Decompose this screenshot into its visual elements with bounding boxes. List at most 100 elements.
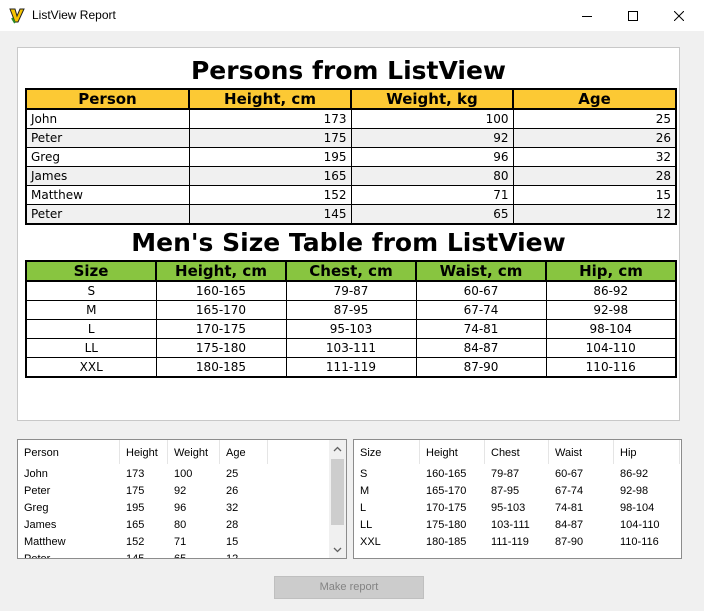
persons-list-cell: Peter xyxy=(24,485,51,497)
scrollbar-thumb[interactable] xyxy=(331,459,344,525)
sizes-report-cell: 160-165 xyxy=(155,280,287,301)
sizes-report-header-cell: Hip, cm xyxy=(545,260,677,282)
persons-report-row: Peter 145 65 12 xyxy=(25,204,677,225)
sizes-listview[interactable]: Size Height Chest Waist Hip S 160-165 79-87 60-… xyxy=(353,439,682,559)
persons-column-header[interactable]: Weight xyxy=(168,440,220,464)
persons-list-cell: 25 xyxy=(226,468,239,480)
persons-list-cell: 96 xyxy=(174,502,187,514)
sizes-report-cell: 165-170 xyxy=(155,300,287,320)
window-title: ListView Report xyxy=(32,8,116,22)
persons-list-cell: John xyxy=(24,468,48,480)
sizes-list-cell: 86-92 xyxy=(620,468,649,480)
persons-report-cell: 28 xyxy=(512,166,677,186)
sizes-list-item[interactable]: S 160-165 79-87 60-67 86-92 xyxy=(354,466,680,483)
sizes-report-cell: 79-87 xyxy=(285,280,417,301)
persons-report-cell: 92 xyxy=(350,128,514,148)
persons-report-cell: 96 xyxy=(350,147,514,167)
sizes-report-row: L 170-175 95-103 74-81 98-104 xyxy=(25,319,677,339)
sizes-report-table: Size Height, cm Chest, cm Waist, cm Hip, cm … xyxy=(25,260,677,378)
sizes-list-cell: 165-170 xyxy=(426,485,467,497)
persons-report-header-cell: Height, cm xyxy=(188,88,352,110)
sizes-list-item[interactable]: M 165-170 87-95 67-74 92-98 xyxy=(354,483,680,500)
persons-report-cell: 65 xyxy=(350,204,514,225)
persons-report-cell: 195 xyxy=(188,147,352,167)
make-report-button[interactable]: Make report xyxy=(274,576,424,599)
sizes-report-row: M 165-170 87-95 67-74 92-98 xyxy=(25,300,677,320)
sizes-report-row: XXL 180-185 111-119 87-90 110-116 xyxy=(25,357,677,378)
sizes-column-header[interactable]: Size xyxy=(354,440,420,464)
persons-report-cell: Greg xyxy=(25,147,190,167)
persons-report-table: Person Height, cm Weight, kg Age John 173 100… xyxy=(25,88,677,225)
persons-listview-scrollbar[interactable] xyxy=(329,440,346,558)
sizes-list-cell: 87-95 xyxy=(491,485,520,497)
persons-list-cell: 195 xyxy=(126,502,145,514)
persons-column-header[interactable]: Height xyxy=(120,440,168,464)
sizes-report-header-cell: Height, cm xyxy=(155,260,287,282)
close-icon xyxy=(674,10,684,21)
persons-report-cell: 26 xyxy=(512,128,677,148)
persons-report-cell: 25 xyxy=(512,108,677,129)
persons-list-item[interactable]: Greg 195 96 32 xyxy=(18,500,268,517)
persons-column-header[interactable]: Age xyxy=(220,440,268,464)
persons-report-cell: 71 xyxy=(350,185,514,205)
sizes-list-cell: 160-165 xyxy=(426,468,467,480)
sizes-report-cell: 95-103 xyxy=(285,319,417,339)
sizes-list-item[interactable]: LL 175-180 103-111 84-87 104-110 xyxy=(354,517,680,534)
persons-list-cell: 80 xyxy=(174,519,187,531)
sizes-report-cell: 87-90 xyxy=(415,357,547,378)
sizes-list-item[interactable]: L 170-175 95-103 74-81 98-104 xyxy=(354,500,680,517)
scroll-up-icon xyxy=(333,446,342,451)
sizes-list-cell: 180-185 xyxy=(426,536,467,548)
sizes-column-header[interactable]: Chest xyxy=(485,440,549,464)
sizes-report-cell: 175-180 xyxy=(155,338,287,358)
persons-list-cell: 92 xyxy=(174,485,187,497)
persons-list-item[interactable]: Matthew 152 71 15 xyxy=(18,534,268,551)
minimize-button[interactable] xyxy=(564,0,610,31)
sizes-column-header[interactable]: Waist xyxy=(549,440,614,464)
sizes-list-cell: 175-180 xyxy=(426,519,467,531)
maximize-icon xyxy=(628,10,638,21)
scroll-up-button[interactable] xyxy=(329,440,346,457)
sizes-list-cell: LL xyxy=(360,519,373,531)
persons-list-cell: 32 xyxy=(226,502,239,514)
persons-list-cell: James xyxy=(24,519,57,531)
sizes-report-cell: S xyxy=(25,280,157,301)
persons-report-cell: 175 xyxy=(188,128,352,148)
sizes-list-cell: 103-111 xyxy=(491,519,530,531)
app-logo-icon xyxy=(9,7,25,24)
maximize-button[interactable] xyxy=(610,0,656,31)
sizes-report-cell: 92-98 xyxy=(545,300,677,320)
sizes-list-cell: 92-98 xyxy=(620,485,649,497)
persons-list-item[interactable]: Peter 145 65 12 xyxy=(18,551,268,558)
sizes-report-cell: 60-67 xyxy=(415,280,547,301)
persons-list-cell: 15 xyxy=(226,536,239,548)
persons-column-header[interactable]: Person xyxy=(18,440,120,464)
sizes-list-item[interactable]: XXL 180-185 111-119 87-90 110-116 xyxy=(354,534,680,551)
sizes-column-header[interactable]: Height xyxy=(420,440,485,464)
persons-report-row: Matthew 152 71 15 xyxy=(25,185,677,205)
scroll-down-button[interactable] xyxy=(329,541,346,558)
sizes-report-cell: 86-92 xyxy=(545,280,677,301)
sizes-report-header-cell: Size xyxy=(25,260,157,282)
sizes-list-cell: 95-103 xyxy=(491,502,526,514)
persons-listview[interactable]: Person Height Weight Age John 173 100 25 Peter 1… xyxy=(17,439,347,559)
close-button[interactable] xyxy=(656,0,702,31)
persons-report-row: James 165 80 28 xyxy=(25,166,677,186)
persons-list-item[interactable]: James 165 80 28 xyxy=(18,517,268,534)
persons-report-cell: Matthew xyxy=(25,185,190,205)
title-bar[interactable]: ListView Report xyxy=(0,0,704,31)
sizes-list-cell: 79-87 xyxy=(491,468,520,480)
sizes-report-title: Men's Size Table from ListView xyxy=(131,228,566,257)
persons-list-item[interactable]: Peter 175 92 26 xyxy=(18,483,268,500)
persons-report-row: Peter 175 92 26 xyxy=(25,128,677,148)
persons-report-cell: 100 xyxy=(350,108,514,129)
sizes-list-cell: 84-87 xyxy=(555,519,584,531)
persons-report-cell: James xyxy=(25,166,190,186)
sizes-report-cell: 180-185 xyxy=(155,357,287,378)
sizes-report-cell: 84-87 xyxy=(415,338,547,358)
sizes-report-cell: 110-116 xyxy=(545,357,677,378)
persons-report-cell: John xyxy=(25,108,190,129)
persons-list-cell: Matthew xyxy=(24,536,66,548)
sizes-column-header[interactable]: Hip xyxy=(614,440,680,464)
persons-list-item[interactable]: John 173 100 25 xyxy=(18,466,268,483)
